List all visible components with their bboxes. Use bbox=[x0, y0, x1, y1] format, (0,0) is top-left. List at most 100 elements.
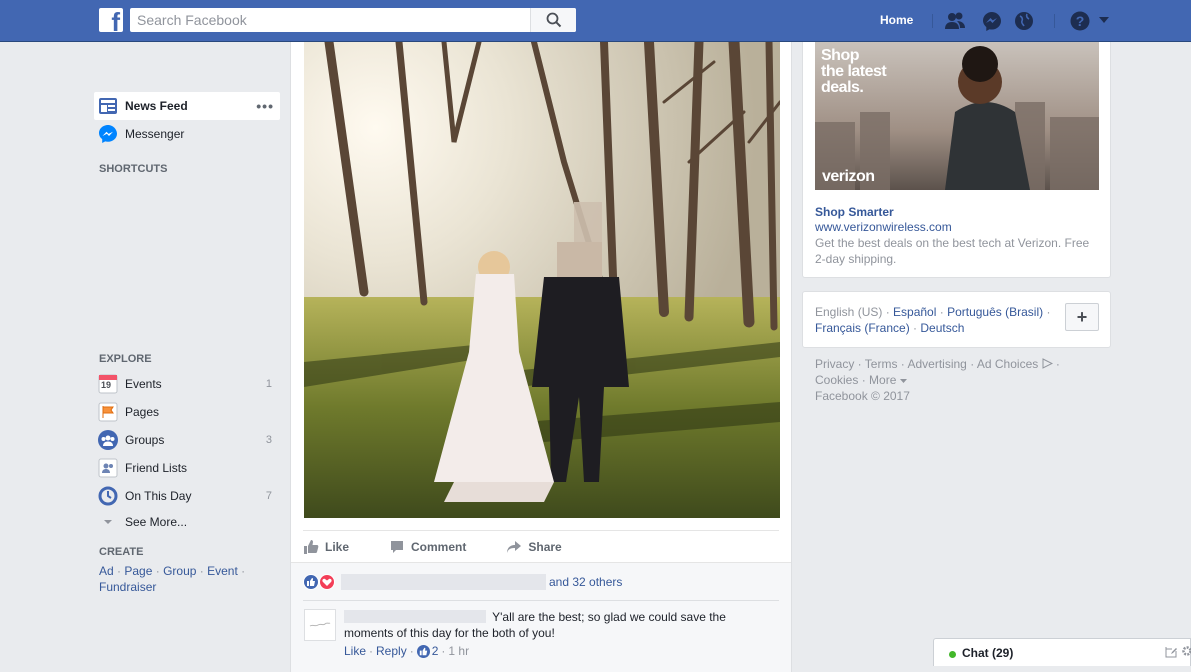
nav-divider bbox=[1054, 14, 1055, 28]
account-menu-chevron-icon[interactable] bbox=[1098, 15, 1110, 25]
sidebar-see-more[interactable]: See More... bbox=[94, 510, 280, 534]
ad-title[interactable]: Shop Smarter bbox=[815, 205, 894, 219]
calendar-day: 19 bbox=[101, 380, 112, 390]
comment-like-count-icon bbox=[416, 644, 430, 658]
sidebar-item-on-this-day[interactable]: On This Day 7 bbox=[94, 482, 280, 510]
comment-icon bbox=[391, 540, 404, 553]
help-icon[interactable]: ? bbox=[1069, 10, 1091, 32]
advertising-link[interactable]: Advertising bbox=[907, 357, 966, 371]
sidebar-item-count: 1 bbox=[265, 378, 272, 390]
language-link-es[interactable]: Español bbox=[893, 305, 936, 319]
search-button[interactable] bbox=[530, 8, 576, 32]
sidebar-item-friend-lists[interactable]: Friend Lists bbox=[94, 454, 280, 482]
messenger-icon[interactable] bbox=[981, 10, 1003, 32]
clock-icon bbox=[98, 486, 118, 506]
chat-settings-gear-icon[interactable] bbox=[1181, 645, 1191, 657]
sidebar-item-label: Groups bbox=[125, 433, 165, 447]
calendar-icon: 19 bbox=[98, 374, 118, 394]
ad-url[interactable]: www.verizonwireless.com bbox=[815, 220, 952, 234]
search-input[interactable] bbox=[130, 8, 530, 32]
facebook-logo-icon[interactable]: f bbox=[99, 8, 123, 32]
create-group-link[interactable]: Group bbox=[163, 564, 196, 578]
comments-section: Y'all are the best; so glad we could sav… bbox=[291, 600, 791, 672]
more-link[interactable]: More bbox=[869, 373, 896, 387]
see-more-link[interactable]: See More... bbox=[125, 515, 187, 529]
flag-icon bbox=[98, 402, 118, 422]
sidebar-item-messenger[interactable]: Messenger bbox=[94, 120, 280, 148]
home-link[interactable]: Home bbox=[870, 13, 923, 27]
verizon-logo: verizon bbox=[822, 168, 875, 185]
new-message-icon[interactable] bbox=[1165, 646, 1177, 658]
cookies-link[interactable]: Cookies bbox=[815, 373, 858, 387]
language-link-pt[interactable]: Português (Brasil) bbox=[947, 305, 1043, 319]
reactions-summary[interactable]: and 32 others bbox=[291, 562, 791, 600]
footer-links: Privacy · Terms · Advertising · Ad Choic… bbox=[815, 357, 1060, 403]
explore-header: EXPLORE bbox=[99, 353, 152, 365]
like-button[interactable]: Like bbox=[303, 539, 349, 555]
ad-headline: Shop the latest deals. bbox=[821, 47, 887, 96]
chat-label: Chat (29) bbox=[962, 646, 1014, 660]
create-header: CREATE bbox=[99, 546, 144, 558]
create-ad-link[interactable]: Ad bbox=[99, 564, 114, 578]
news-feed-post: Like Comment Share and 32 others Y'all a… bbox=[290, 42, 792, 672]
sidebar-item-label: News Feed bbox=[125, 99, 188, 113]
create-event-link[interactable]: Event bbox=[207, 564, 238, 578]
terms-link[interactable]: Terms bbox=[865, 357, 898, 371]
wedding-photo-image bbox=[304, 42, 780, 518]
more-options-icon[interactable]: ••• bbox=[256, 98, 274, 114]
comment-reply-link[interactable]: Reply bbox=[376, 644, 407, 658]
share-button[interactable]: Share bbox=[506, 539, 562, 555]
comments-divider bbox=[303, 600, 779, 601]
comment-button[interactable]: Comment bbox=[389, 539, 466, 555]
friend-requests-icon[interactable] bbox=[944, 10, 966, 32]
top-bar: f Home ? bbox=[0, 0, 1191, 42]
sidebar-item-label: Messenger bbox=[125, 127, 185, 141]
post-actions-bar: Like Comment Share bbox=[303, 530, 779, 562]
notifications-globe-icon[interactable] bbox=[1013, 10, 1035, 32]
privacy-link[interactable]: Privacy bbox=[815, 357, 854, 371]
online-status-dot bbox=[949, 651, 956, 658]
sidebar-item-news-feed[interactable]: News Feed ••• bbox=[94, 92, 280, 120]
ad-choices-icon bbox=[1042, 358, 1053, 369]
messenger-icon bbox=[98, 124, 118, 144]
comment-likes-count[interactable]: 2 bbox=[432, 644, 439, 658]
create-links: Ad · Page · Group · Event · Fundraiser bbox=[99, 564, 246, 594]
redacted-names bbox=[341, 574, 546, 590]
chat-bar[interactable]: Chat (29) bbox=[933, 638, 1191, 666]
comment-meta: Like · Reply · 2 · 1 hr bbox=[344, 644, 470, 658]
left-sidebar: News Feed ••• Messenger SHORTCUTS EXPLOR… bbox=[94, 92, 280, 595]
commenter-avatar[interactable] bbox=[304, 609, 336, 641]
search-box bbox=[130, 8, 576, 32]
comment-like-link[interactable]: Like bbox=[344, 644, 366, 658]
chevron-down-icon bbox=[98, 512, 118, 532]
reactions-others-link[interactable]: and 32 others bbox=[549, 575, 622, 589]
comment-time[interactable]: 1 hr bbox=[448, 644, 469, 658]
sidebar-item-label: On This Day bbox=[125, 489, 192, 503]
friend-list-icon bbox=[98, 458, 118, 478]
sidebar-item-count: 7 bbox=[265, 490, 272, 502]
language-link-de[interactable]: Deutsch bbox=[920, 321, 964, 335]
sidebar-item-label: Pages bbox=[125, 405, 160, 419]
post-photo[interactable] bbox=[304, 42, 780, 518]
share-icon bbox=[507, 540, 522, 553]
redacted-commenter-name[interactable] bbox=[344, 610, 486, 623]
sponsored-ad[interactable]: Shop the latest deals. verizon Shop Smar… bbox=[802, 42, 1111, 278]
comment-body: Y'all are the best; so glad we could sav… bbox=[344, 609, 754, 641]
shortcuts-header: SHORTCUTS bbox=[99, 163, 168, 175]
current-language: English (US) bbox=[815, 305, 883, 319]
create-page-link[interactable]: Page bbox=[124, 564, 152, 578]
ad-image[interactable]: Shop the latest deals. verizon bbox=[815, 42, 1099, 190]
language-link-fr[interactable]: Français (France) bbox=[815, 321, 910, 335]
ad-description: Get the best deals on the best tech at V… bbox=[815, 236, 1090, 266]
add-language-button[interactable]: + bbox=[1065, 303, 1099, 331]
ad-choices-link[interactable]: Ad Choices bbox=[977, 357, 1038, 371]
sidebar-item-label: Friend Lists bbox=[125, 461, 188, 475]
create-fundraiser-link[interactable]: Fundraiser bbox=[99, 580, 156, 594]
language-list: English (US) · Español · Português (Bras… bbox=[815, 305, 1051, 335]
groups-icon bbox=[98, 430, 118, 450]
sidebar-item-pages[interactable]: Pages bbox=[94, 398, 280, 426]
thumbs-up-icon bbox=[304, 539, 319, 554]
sidebar-item-events[interactable]: 19 Events 1 bbox=[94, 370, 280, 398]
language-selector: English (US) · Español · Português (Bras… bbox=[802, 291, 1111, 348]
sidebar-item-groups[interactable]: Groups 3 bbox=[94, 426, 280, 454]
